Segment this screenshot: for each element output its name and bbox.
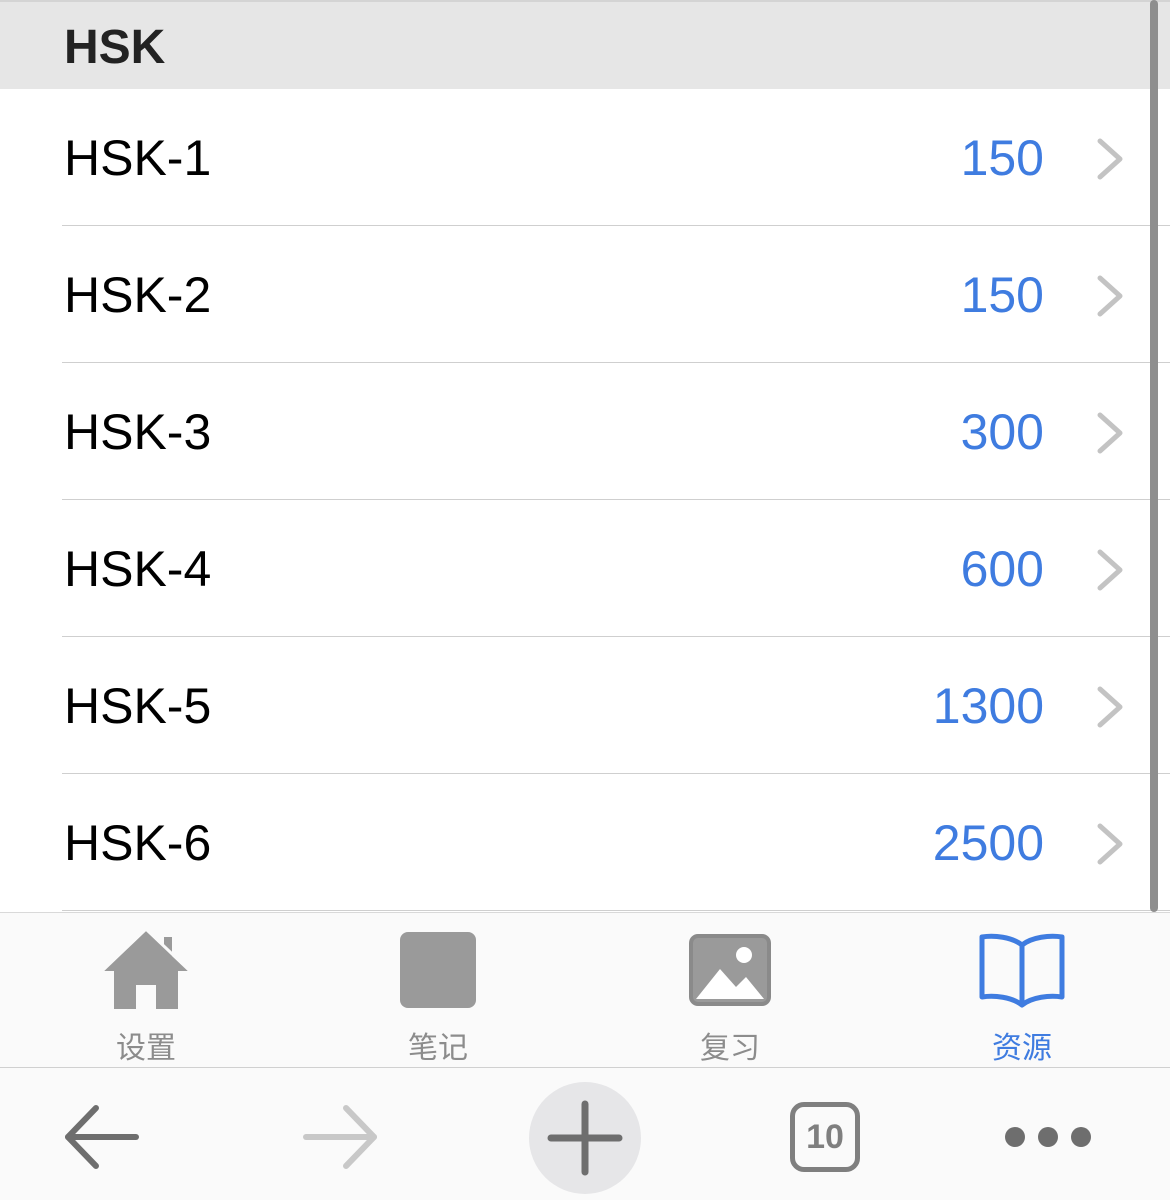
row-label: HSK-4 — [64, 541, 212, 597]
hsk-level-list: HSK-1 150 HSK-2 150 HSK-3 300 HSK-4 600 … — [0, 89, 1170, 911]
section-title: HSK — [64, 21, 166, 74]
new-tab-button[interactable] — [529, 1082, 641, 1194]
book-icon — [979, 933, 1065, 1008]
plus-icon — [547, 1100, 623, 1176]
scrollbar[interactable] — [1150, 0, 1158, 912]
row-label: HSK-2 — [64, 267, 212, 323]
square-icon — [400, 932, 476, 1008]
tab-bar: 设置 笔记 复习 资源 — [0, 912, 1170, 1068]
row-label: HSK-3 — [64, 404, 212, 460]
tab-label: 笔记 — [408, 1031, 468, 1066]
list-item-hsk-3[interactable]: HSK-3 300 — [0, 363, 1170, 500]
row-label: HSK-6 — [64, 815, 212, 871]
word-count: 150 — [960, 130, 1044, 186]
forward-arrow-icon[interactable] — [302, 1104, 380, 1170]
chevron-right-icon — [1097, 823, 1123, 865]
tab-notes[interactable]: 笔记 — [338, 913, 538, 1069]
back-arrow-icon[interactable] — [62, 1104, 140, 1170]
word-count: 150 — [960, 267, 1044, 323]
tabs-icon[interactable]: 10 — [790, 1102, 860, 1172]
word-count: 2500 — [932, 815, 1044, 871]
list-item-hsk-1[interactable]: HSK-1 150 — [0, 89, 1170, 226]
tab-review[interactable]: 复习 — [630, 913, 830, 1069]
chevron-right-icon — [1097, 549, 1123, 591]
tab-label: 设置 — [116, 1031, 176, 1066]
word-count: 1300 — [932, 678, 1044, 734]
more-icon[interactable] — [1004, 1126, 1094, 1148]
row-label: HSK-1 — [64, 130, 212, 186]
tab-label: 资源 — [992, 1031, 1052, 1066]
list-item-hsk-4[interactable]: HSK-4 600 — [0, 500, 1170, 637]
list-item-hsk-5[interactable]: HSK-5 1300 — [0, 637, 1170, 774]
tab-resources[interactable]: 资源 — [922, 913, 1122, 1069]
tab-settings[interactable]: 设置 — [46, 913, 246, 1069]
chevron-right-icon — [1097, 275, 1123, 317]
tab-label: 复习 — [700, 1031, 760, 1066]
list-item-hsk-2[interactable]: HSK-2 150 — [0, 226, 1170, 363]
browser-toolbar: 10 — [0, 1068, 1170, 1200]
image-icon — [689, 934, 771, 1006]
word-count: 600 — [960, 541, 1044, 597]
chevron-right-icon — [1097, 412, 1123, 454]
chevron-right-icon — [1097, 138, 1123, 180]
word-count: 300 — [960, 404, 1044, 460]
chevron-right-icon — [1097, 686, 1123, 728]
section-header: HSK — [0, 0, 1170, 89]
list-item-hsk-6[interactable]: HSK-6 2500 — [0, 774, 1170, 911]
home-icon — [100, 927, 192, 1009]
row-label: HSK-5 — [64, 678, 212, 734]
